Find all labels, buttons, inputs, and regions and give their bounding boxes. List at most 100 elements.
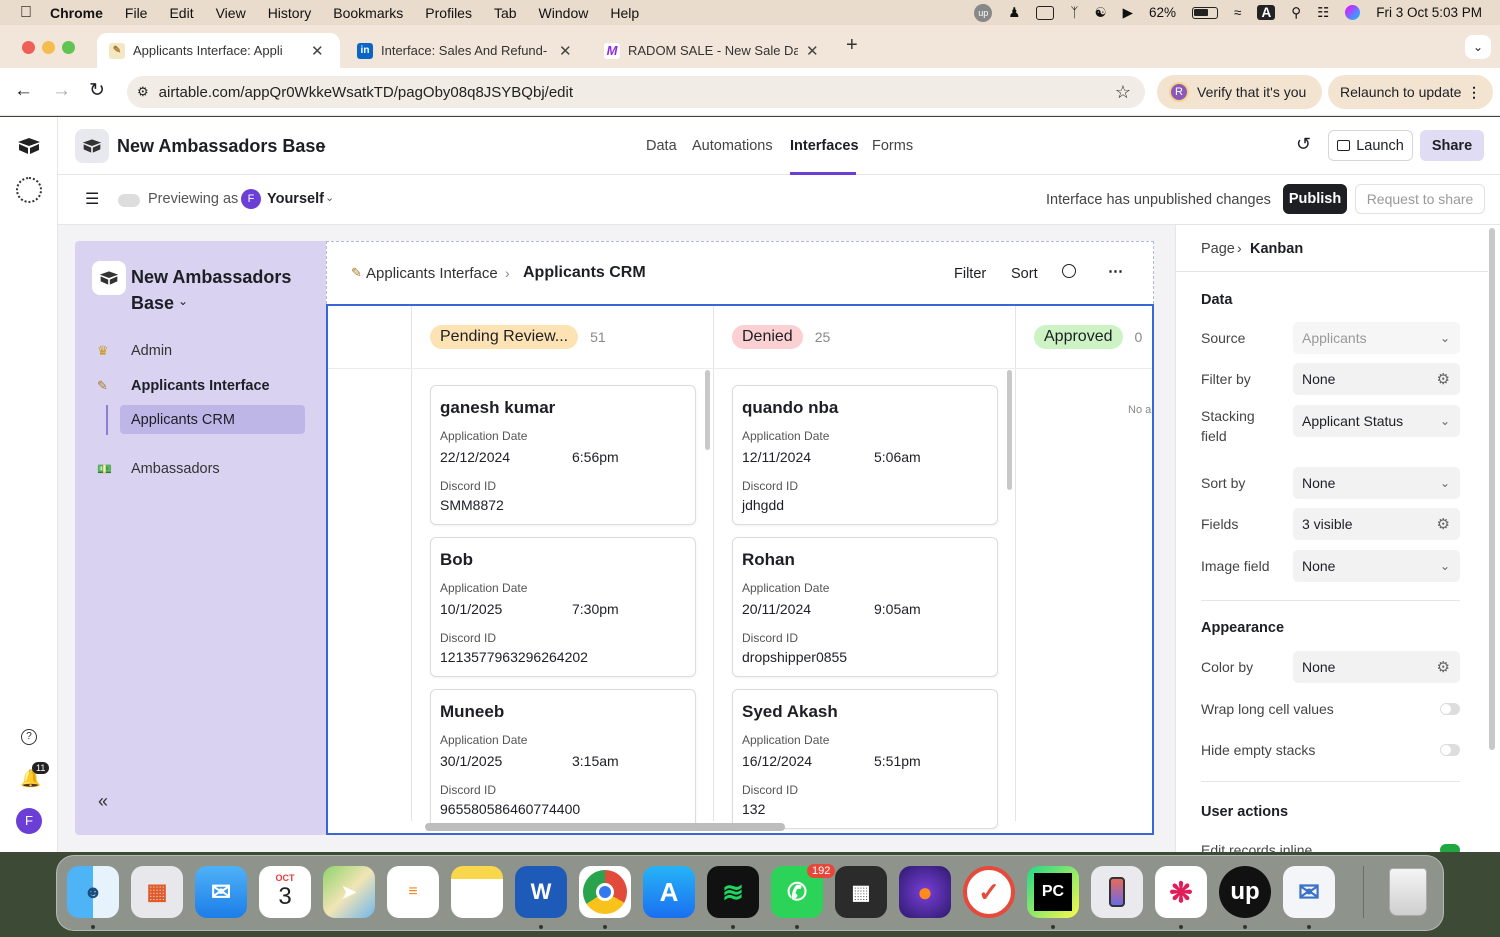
share-button[interactable]: Share	[1420, 130, 1484, 161]
collapse-sidebar-icon[interactable]: «	[98, 791, 108, 812]
nav-tab-automations[interactable]: Automations	[692, 138, 773, 154]
siri-icon[interactable]	[1345, 5, 1361, 20]
window-zoom-button[interactable]	[62, 41, 75, 54]
window-minimize-button[interactable]	[42, 41, 55, 54]
browser-tab[interactable]: in Interface: Sales And Refund- ✕	[345, 33, 588, 68]
play-icon[interactable]: ▶	[1123, 5, 1133, 21]
breadcrumb-parent[interactable]: Applicants Interface	[366, 265, 498, 282]
sidebar-item-ambassadors[interactable]: 💵 Ambassadors	[97, 459, 220, 479]
sidebar-base-name[interactable]: New Ambassadors	[131, 267, 291, 288]
bookmark-star-icon[interactable]: ☆	[1115, 82, 1131, 103]
menu-bookmarks[interactable]: Bookmarks	[333, 5, 403, 21]
firefox-icon[interactable]: ●	[899, 866, 951, 918]
stack-header-approved[interactable]: Approved 0	[1034, 306, 1142, 368]
pycharm-icon[interactable]: PC	[1027, 866, 1079, 918]
mail-icon[interactable]: ✉	[195, 866, 247, 918]
color-by-select[interactable]: None ⚙	[1293, 651, 1460, 683]
source-select[interactable]: Applicants ⌄	[1293, 322, 1460, 354]
breadcrumb-current[interactable]: Applicants CRM	[523, 264, 646, 282]
battery-icon[interactable]	[1192, 6, 1219, 19]
fields-select[interactable]: 3 visible ⚙	[1293, 508, 1460, 540]
filter-by-select[interactable]: None ⚙	[1293, 363, 1460, 395]
app-store-icon[interactable]: A	[643, 866, 695, 918]
stacking-field-select[interactable]: Applicant Status ⌄	[1293, 405, 1460, 437]
help-icon[interactable]: ?	[21, 729, 37, 745]
request-to-share-button[interactable]: Request to share	[1355, 184, 1485, 214]
nav-tab-data[interactable]: Data	[646, 138, 677, 154]
calculator-icon[interactable]: ▦	[835, 866, 887, 918]
spotlight-icon[interactable]: ⚲	[1291, 5, 1301, 21]
bluetooth-icon[interactable]: ᛉ	[1070, 5, 1078, 20]
image-field-select[interactable]: None ⌄	[1293, 550, 1460, 582]
sidebar-item-admin[interactable]: ♛ Admin	[97, 341, 172, 361]
nav-tab-interfaces[interactable]: Interfaces	[790, 138, 859, 154]
search-icon[interactable]	[1062, 264, 1076, 278]
trash-icon[interactable]	[1382, 866, 1434, 918]
base-name[interactable]: New Ambassadors Base	[117, 136, 325, 157]
accessibility-icon[interactable]: ☯	[1095, 5, 1107, 21]
verify-identity-button[interactable]: R Verify that it's you	[1157, 75, 1322, 109]
word-icon[interactable]: W	[515, 866, 567, 918]
horizontal-scrollbar[interactable]	[425, 823, 785, 831]
chevron-down-icon[interactable]: ⌄	[325, 191, 334, 204]
airtable-logo-icon[interactable]	[17, 137, 41, 155]
filter-button[interactable]: Filter	[954, 266, 986, 282]
panel-scrollbar[interactable]	[1489, 228, 1495, 750]
stack-header-pending[interactable]: Pending Review... 51	[430, 306, 606, 368]
record-card[interactable]: Muneeb Application Date 30/1/2025 3:15am…	[430, 689, 696, 829]
menu-app-name[interactable]: Chrome	[50, 5, 103, 21]
spotify-icon[interactable]: ≋	[707, 866, 759, 918]
record-card[interactable]: Bob Application Date 10/1/2025 7:30pm Di…	[430, 537, 696, 677]
nav-tab-forms[interactable]: Forms	[872, 138, 913, 154]
menu-history[interactable]: History	[268, 5, 312, 21]
launchpad-icon[interactable]: ▦	[131, 866, 183, 918]
record-card[interactable]: Rohan Application Date 20/11/2024 9:05am…	[732, 537, 998, 677]
upwork-status-icon[interactable]: up	[974, 3, 993, 22]
reload-icon[interactable]: ↻	[89, 79, 105, 102]
user-icon[interactable]: ♟	[1008, 5, 1020, 21]
chevron-down-icon[interactable]: ⌄	[318, 138, 328, 152]
record-card[interactable]: Syed Akash Application Date 16/12/2024 5…	[732, 689, 998, 829]
sort-by-select[interactable]: None ⌄	[1293, 467, 1460, 499]
control-center-icon[interactable]: ☷	[1317, 5, 1329, 21]
maps-icon[interactable]: ➤	[323, 866, 375, 918]
sidebar-base-name-cont[interactable]: Base	[131, 293, 174, 314]
preview-toggle[interactable]	[118, 194, 140, 207]
stack-scrollbar[interactable]	[1007, 370, 1012, 490]
sidebar-item-applicants-crm[interactable]: Applicants CRM	[120, 405, 305, 434]
reminders-icon[interactable]: ≡	[387, 866, 439, 918]
menu-view[interactable]: View	[216, 5, 246, 21]
panel-breadcrumb-parent[interactable]: Page	[1201, 241, 1235, 257]
upwork-icon[interactable]: up	[1219, 866, 1271, 918]
browser-tab[interactable]: M RADOM SALE - New Sale Dat ✕	[592, 33, 835, 68]
menu-tab[interactable]: Tab	[494, 5, 517, 21]
address-bar[interactable]: ⚙ airtable.com/appQr0WkkeWsatkTD/pagOby0…	[127, 76, 1145, 108]
calendar-icon[interactable]: OCT 3	[259, 866, 311, 918]
record-card[interactable]: quando nba Application Date 12/11/2024 5…	[732, 385, 998, 525]
menu-edit[interactable]: Edit	[169, 5, 193, 21]
tick-icon[interactable]: ✓	[963, 866, 1015, 918]
sidebar-item-applicants-interface[interactable]: ✎ Applicants Interface	[97, 376, 270, 396]
chrome-icon[interactable]	[579, 866, 631, 918]
wifi-icon[interactable]: ≈	[1234, 5, 1241, 20]
window-close-button[interactable]	[22, 41, 35, 54]
record-card[interactable]: ganesh kumar Application Date 22/12/2024…	[430, 385, 696, 525]
url-text[interactable]: airtable.com/appQr0WkkeWsatkTD/pagOby08q…	[159, 84, 573, 101]
tab-close-icon[interactable]: ✕	[311, 42, 324, 60]
display-icon[interactable]	[1036, 5, 1055, 20]
edit-inline-toggle[interactable]	[1440, 844, 1460, 852]
site-info-icon[interactable]: ⚙	[137, 84, 149, 100]
history-icon[interactable]: ↺	[1296, 134, 1311, 155]
stack-header-denied[interactable]: Denied 25	[732, 306, 830, 368]
preview-user-avatar[interactable]: F	[241, 189, 261, 209]
stack-scrollbar[interactable]	[705, 370, 710, 450]
apple-icon[interactable]: 	[20, 4, 32, 22]
preview-user-name[interactable]: Yourself	[267, 191, 324, 207]
tab-close-icon[interactable]: ✕	[559, 42, 572, 60]
relaunch-button[interactable]: Relaunch to update ⋮	[1328, 75, 1493, 109]
menu-file[interactable]: File	[125, 5, 148, 21]
finder-icon[interactable]: ☻	[67, 866, 119, 918]
new-tab-button[interactable]: +	[846, 34, 858, 57]
outlook-icon[interactable]: ✉	[1283, 866, 1335, 918]
hamburger-menu-icon[interactable]: ☰	[85, 189, 99, 209]
